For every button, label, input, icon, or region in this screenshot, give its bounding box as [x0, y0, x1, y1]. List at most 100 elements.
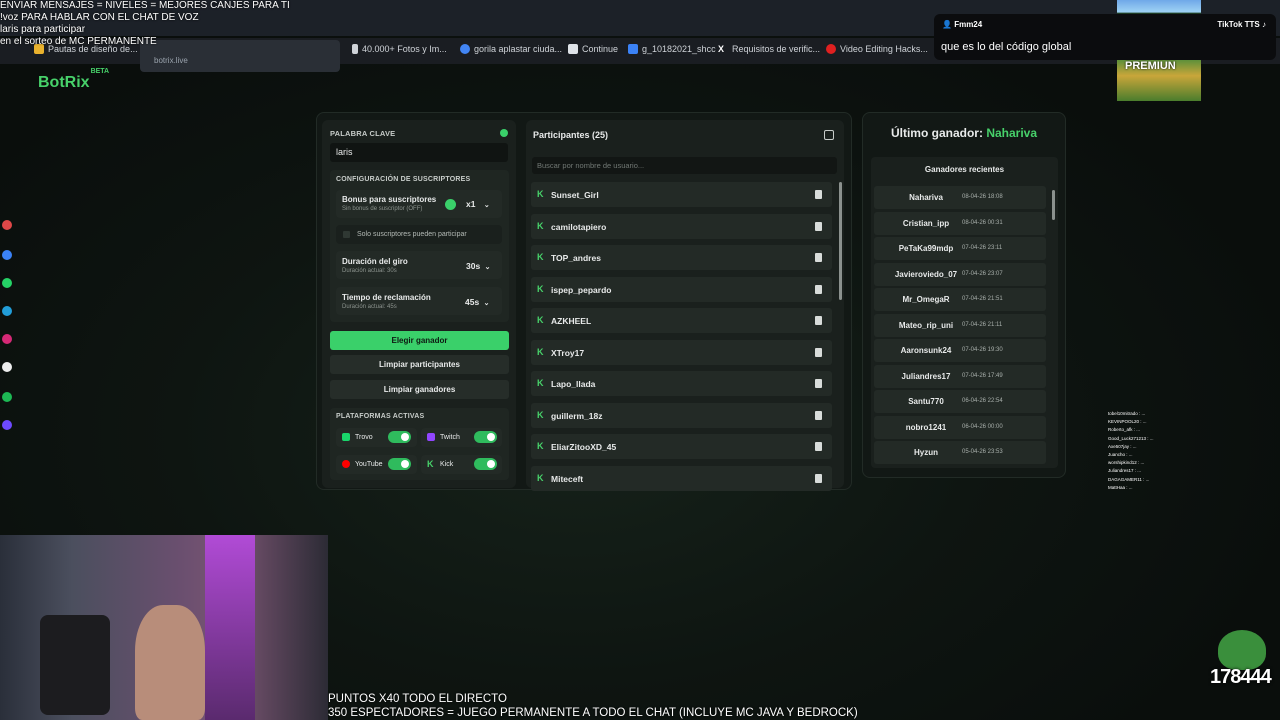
kick-toggle[interactable] — [474, 458, 497, 470]
platform-label: Kick — [440, 461, 454, 468]
last-winner-label: Último ganador: — [890, 126, 983, 140]
google-icon — [460, 44, 470, 54]
chat-line: Juancho : ... — [1108, 452, 1133, 458]
copy-icon[interactable] — [824, 130, 834, 140]
participants-scrollbar[interactable] — [839, 182, 842, 300]
trash-icon[interactable] — [815, 410, 822, 420]
participant-row: K AZKHEEL — [531, 308, 832, 333]
app-icon[interactable] — [2, 420, 12, 430]
kick-icon: K — [537, 441, 544, 451]
bookmark-1[interactable]: 40.000+ Fotos y Im... — [352, 44, 447, 54]
participant-name: AZKHEEL — [551, 316, 592, 326]
trash-icon[interactable] — [815, 379, 822, 388]
only-subs-row[interactable]: Solo suscriptores pueden participar — [336, 225, 502, 244]
participant-name: ispep_pepardo — [551, 284, 612, 295]
claim-row: Tiempo de reclamación Duración actual: 4… — [336, 287, 502, 315]
overlay-line: ENVIAR MENSAJES = NIVELES = MEJORES CANJ… — [0, 0, 290, 11]
chat-line: Axe507jay : ... — [1108, 443, 1137, 449]
bonus-value: x1 — [466, 199, 476, 209]
spin-select[interactable]: 30s ⌄ — [466, 261, 490, 271]
bookmark-2[interactable]: gorila aplastar ciuda... — [460, 44, 562, 54]
last-winner: Último ganador: Nahariva — [862, 126, 1066, 140]
trash-icon[interactable] — [815, 190, 822, 199]
winner-row: Juliandres17 07-04-26 17:49 — [874, 364, 1046, 388]
checkbox[interactable] — [343, 231, 350, 238]
clear-participants-button[interactable]: Limpiar participantes — [330, 355, 509, 374]
trash-icon[interactable] — [815, 442, 822, 451]
x-icon[interactable] — [2, 362, 12, 372]
participant-name: camilotapiero — [551, 221, 607, 232]
whatsapp-icon[interactable] — [2, 278, 12, 288]
bookmark-label: Continue — [582, 44, 619, 54]
info-icon[interactable] — [500, 129, 508, 137]
trash-icon[interactable] — [815, 253, 822, 262]
chat-line: Roberto_afk : ... — [1108, 427, 1141, 433]
spotify-icon[interactable] — [2, 392, 12, 402]
participant-row: K Miteceft — [531, 465, 832, 491]
chat-line: Juliandres17 : ... — [1108, 468, 1142, 474]
bonus-text: Bonus para suscriptores Sin bonus de sus… — [342, 195, 436, 212]
bookmark-4[interactable]: g_10182021_shcc — [628, 44, 716, 54]
trash-icon[interactable] — [815, 473, 822, 483]
winner-row: Javieroviedo_07 07-04-26 23:07 — [874, 262, 1046, 286]
participant-search-input[interactable]: Buscar por nombre de usuario... — [532, 157, 837, 174]
winner-row: Mateo_rip_uni 07-04-26 21:11 — [874, 313, 1046, 337]
platform-label: YouTube — [355, 461, 383, 468]
bookmark-label: gorila aplastar ciuda... — [474, 44, 563, 54]
participant-name: TOP_andres — [551, 253, 601, 263]
winner-date: 07-04-26 17:49 — [962, 372, 1003, 379]
last-winner-name: Nahariva — [986, 126, 1038, 140]
keyword-input[interactable]: laris — [330, 143, 508, 162]
telegram-icon[interactable] — [2, 306, 12, 316]
trovo-toggle[interactable] — [388, 431, 411, 443]
tts-label: TikTok TTS ♪ — [1217, 20, 1266, 29]
tts-message: que es lo del código global — [941, 41, 1072, 53]
screen: Pautas de diseño de... 40.000+ Fotos y I… — [0, 0, 1280, 720]
participants-column: Participantes (25) — [526, 120, 844, 488]
chat-line: worshipkind12 : ... — [1108, 460, 1145, 466]
winner-row: Nahariva 08-04-26 18:08 — [874, 186, 1046, 209]
bookmark-3[interactable]: Continue — [568, 44, 618, 54]
winner-row: Hyzun 05-04-26 23:53 — [874, 441, 1046, 464]
bonus-select[interactable]: x1 ⌄ — [466, 199, 490, 209]
platform-trovo: Trovo — [336, 428, 417, 447]
bookmark-label: Video Editing Hacks... — [840, 44, 928, 54]
stream-overlay-bottom: PUNTOS X40 TODO EL DIRECTO 350 ESPECTADO… — [328, 692, 858, 720]
pick-winner-button[interactable]: Elegir ganador — [330, 331, 509, 350]
trash-icon[interactable] — [815, 284, 822, 294]
bookmark-label: Requisitos de verific... — [732, 44, 821, 54]
bonus-info-icon[interactable] — [445, 199, 456, 210]
spin-row: Duración del giro Duración actual: 30s 3… — [336, 251, 502, 279]
bookmark-6[interactable]: Video Editing Hacks... — [826, 44, 928, 54]
pepe-emote — [1218, 630, 1266, 670]
youtube-toggle[interactable] — [388, 458, 411, 470]
participant-name: EliarZitooXD_45 — [551, 442, 617, 452]
kick-icon: K — [537, 315, 544, 325]
clear-winners-button[interactable]: Limpiar ganadores — [330, 380, 509, 399]
bookmark-label: 40.000+ Fotos y Im... — [362, 44, 447, 54]
winners-scrollbar[interactable] — [1052, 190, 1055, 220]
platforms-title: PLATAFORMAS ACTIVAS — [336, 413, 425, 420]
twitch-toggle[interactable] — [474, 431, 497, 443]
chevron-down-icon: ⌄ — [483, 202, 490, 209]
instagram-icon[interactable] — [2, 334, 12, 344]
claim-select[interactable]: 45s ⌄ — [465, 297, 489, 307]
trash-icon[interactable] — [815, 347, 822, 357]
platform-kick: K Kick — [421, 455, 502, 474]
bonus-sub: Sin bonus de suscriptor (OFF) — [342, 206, 423, 212]
trash-icon[interactable] — [815, 221, 822, 231]
claim-title: Tiempo de reclamación — [342, 293, 431, 302]
kick-icon: K — [427, 459, 434, 469]
participant-name: Sunset_Girl — [551, 190, 599, 200]
app-icon[interactable] — [2, 250, 12, 260]
bonus-row: Bonus para suscriptores Sin bonus de sus… — [336, 190, 502, 218]
participant-row: Kcamilotapiero — [531, 213, 832, 239]
trash-icon[interactable] — [815, 316, 822, 325]
botrix-logo[interactable]: BotRixBETA — [38, 68, 109, 92]
winner-date: 06-04-26 22:54 — [962, 398, 1003, 404]
bookmark-5[interactable]: X Requisitos de verific... — [718, 44, 820, 54]
tts-username: Fmm24 — [954, 20, 983, 29]
app-icon[interactable] — [2, 220, 12, 230]
streamer-silhouette — [135, 605, 205, 720]
twitch-icon — [427, 433, 435, 441]
